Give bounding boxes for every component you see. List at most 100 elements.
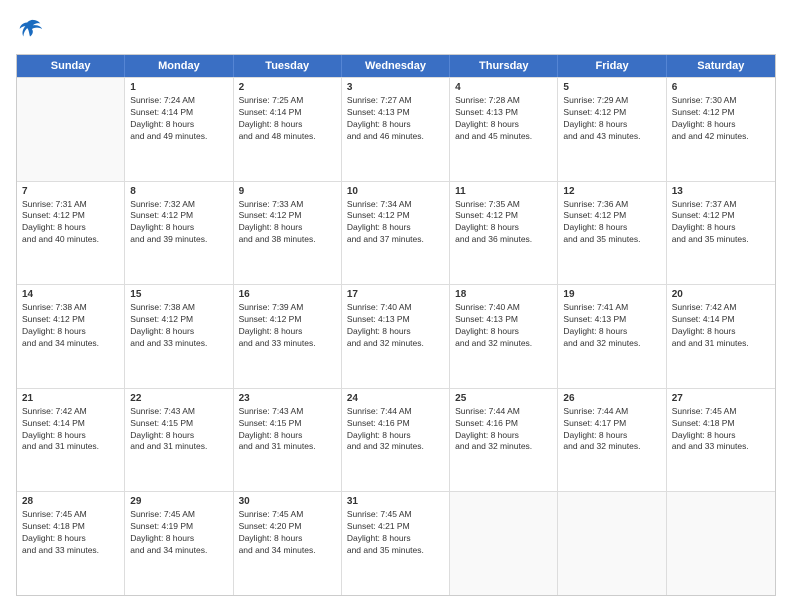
- daylight-text-2: and and 40 minutes.: [22, 234, 119, 246]
- day-number: 22: [130, 393, 227, 404]
- day-number: 14: [22, 289, 119, 300]
- calendar-cell: 3Sunrise: 7:27 AMSunset: 4:13 PMDaylight…: [342, 78, 450, 181]
- daylight-text-2: and and 35 minutes.: [347, 545, 444, 557]
- daylight-text-1: Daylight: 8 hours: [347, 533, 444, 545]
- sunrise-text: Sunrise: 7:29 AM: [563, 95, 660, 107]
- sunset-text: Sunset: 4:15 PM: [239, 418, 336, 430]
- sunrise-text: Sunrise: 7:42 AM: [672, 302, 770, 314]
- sunrise-text: Sunrise: 7:40 AM: [347, 302, 444, 314]
- sunset-text: Sunset: 4:13 PM: [455, 314, 552, 326]
- day-number: 25: [455, 393, 552, 404]
- header: [16, 16, 776, 44]
- daylight-text-2: and and 32 minutes.: [563, 338, 660, 350]
- sunrise-text: Sunrise: 7:31 AM: [22, 199, 119, 211]
- calendar-cell: 21Sunrise: 7:42 AMSunset: 4:14 PMDayligh…: [17, 389, 125, 492]
- weekday-header: Thursday: [450, 55, 558, 77]
- daylight-text-1: Daylight: 8 hours: [455, 430, 552, 442]
- calendar-row: 1Sunrise: 7:24 AMSunset: 4:14 PMDaylight…: [17, 77, 775, 181]
- sunset-text: Sunset: 4:12 PM: [672, 107, 770, 119]
- day-number: 30: [239, 496, 336, 507]
- calendar-cell: 28Sunrise: 7:45 AMSunset: 4:18 PMDayligh…: [17, 492, 125, 595]
- calendar-cell: 9Sunrise: 7:33 AMSunset: 4:12 PMDaylight…: [234, 182, 342, 285]
- daylight-text-1: Daylight: 8 hours: [672, 119, 770, 131]
- calendar-cell: 23Sunrise: 7:43 AMSunset: 4:15 PMDayligh…: [234, 389, 342, 492]
- daylight-text-1: Daylight: 8 hours: [455, 119, 552, 131]
- calendar-cell: [450, 492, 558, 595]
- daylight-text-1: Daylight: 8 hours: [130, 430, 227, 442]
- daylight-text-1: Daylight: 8 hours: [239, 326, 336, 338]
- calendar-row: 28Sunrise: 7:45 AMSunset: 4:18 PMDayligh…: [17, 491, 775, 595]
- day-number: 15: [130, 289, 227, 300]
- calendar-cell: 24Sunrise: 7:44 AMSunset: 4:16 PMDayligh…: [342, 389, 450, 492]
- sunrise-text: Sunrise: 7:45 AM: [347, 509, 444, 521]
- sunrise-text: Sunrise: 7:38 AM: [22, 302, 119, 314]
- sunset-text: Sunset: 4:17 PM: [563, 418, 660, 430]
- calendar-header: SundayMondayTuesdayWednesdayThursdayFrid…: [17, 55, 775, 77]
- weekday-header: Saturday: [667, 55, 775, 77]
- daylight-text-1: Daylight: 8 hours: [672, 222, 770, 234]
- sunrise-text: Sunrise: 7:24 AM: [130, 95, 227, 107]
- calendar-cell: 11Sunrise: 7:35 AMSunset: 4:12 PMDayligh…: [450, 182, 558, 285]
- sunset-text: Sunset: 4:14 PM: [672, 314, 770, 326]
- daylight-text-1: Daylight: 8 hours: [563, 222, 660, 234]
- sunrise-text: Sunrise: 7:33 AM: [239, 199, 336, 211]
- calendar-cell: 18Sunrise: 7:40 AMSunset: 4:13 PMDayligh…: [450, 285, 558, 388]
- calendar-row: 14Sunrise: 7:38 AMSunset: 4:12 PMDayligh…: [17, 284, 775, 388]
- logo: [16, 16, 48, 44]
- daylight-text-1: Daylight: 8 hours: [130, 222, 227, 234]
- day-number: 28: [22, 496, 119, 507]
- daylight-text-1: Daylight: 8 hours: [347, 430, 444, 442]
- calendar-cell: 4Sunrise: 7:28 AMSunset: 4:13 PMDaylight…: [450, 78, 558, 181]
- sunset-text: Sunset: 4:12 PM: [239, 314, 336, 326]
- day-number: 6: [672, 82, 770, 93]
- calendar-cell: 31 Sunrise: 7:45 AMSunset: 4:21 PMDayligh…: [342, 492, 450, 595]
- sunset-text: Sunset: 4:18 PM: [672, 418, 770, 430]
- daylight-text-2: and and 32 minutes.: [455, 441, 552, 453]
- sunset-text: Sunset: 4:12 PM: [130, 314, 227, 326]
- calendar-cell: 16Sunrise: 7:39 AMSunset: 4:12 PMDayligh…: [234, 285, 342, 388]
- sunset-text: Sunset: 4:13 PM: [347, 107, 444, 119]
- weekday-header: Wednesday: [342, 55, 450, 77]
- calendar-cell: 29Sunrise: 7:45 AMSunset: 4:19 PMDayligh…: [125, 492, 233, 595]
- calendar-cell: 2Sunrise: 7:25 AMSunset: 4:14 PMDaylight…: [234, 78, 342, 181]
- sunset-text: Sunset: 4:19 PM: [130, 521, 227, 533]
- daylight-text-2: and and 42 minutes.: [672, 131, 770, 143]
- calendar-cell: 17Sunrise: 7:40 AMSunset: 4:13 PMDayligh…: [342, 285, 450, 388]
- day-number: 11: [455, 186, 552, 197]
- daylight-text-1: Daylight: 8 hours: [563, 326, 660, 338]
- daylight-text-2: and and 34 minutes.: [22, 338, 119, 350]
- day-number: 1: [130, 82, 227, 93]
- sunrise-text: Sunrise: 7:25 AM: [239, 95, 336, 107]
- sunrise-text: Sunrise: 7:37 AM: [672, 199, 770, 211]
- sunset-text: Sunset: 4:15 PM: [130, 418, 227, 430]
- sunset-text: Sunset: 4:21 PM: [347, 521, 444, 533]
- day-number: 31: [347, 496, 444, 507]
- daylight-text-2: and and 33 minutes.: [130, 338, 227, 350]
- daylight-text-1: Daylight: 8 hours: [130, 326, 227, 338]
- calendar-cell: 27Sunrise: 7:45 AMSunset: 4:18 PMDayligh…: [667, 389, 775, 492]
- calendar-cell: 1Sunrise: 7:24 AMSunset: 4:14 PMDaylight…: [125, 78, 233, 181]
- sunrise-text: Sunrise: 7:32 AM: [130, 199, 227, 211]
- calendar-cell: 14Sunrise: 7:38 AMSunset: 4:12 PMDayligh…: [17, 285, 125, 388]
- day-number: 19: [563, 289, 660, 300]
- daylight-text-1: Daylight: 8 hours: [22, 326, 119, 338]
- day-number: 23: [239, 393, 336, 404]
- sunrise-text: Sunrise: 7:45 AM: [130, 509, 227, 521]
- day-number: 26: [563, 393, 660, 404]
- daylight-text-2: and and 31 minutes.: [672, 338, 770, 350]
- day-number: 21: [22, 393, 119, 404]
- day-number: 24: [347, 393, 444, 404]
- sunrise-text: Sunrise: 7:30 AM: [672, 95, 770, 107]
- daylight-text-2: and and 31 minutes.: [130, 441, 227, 453]
- daylight-text-1: Daylight: 8 hours: [347, 119, 444, 131]
- calendar-cell: [558, 492, 666, 595]
- daylight-text-2: and and 33 minutes.: [22, 545, 119, 557]
- sunrise-text: Sunrise: 7:43 AM: [130, 406, 227, 418]
- calendar-cell: 6 Sunrise: 7:30 AMSunset: 4:12 PMDaylight…: [667, 78, 775, 181]
- sunset-text: Sunset: 4:13 PM: [347, 314, 444, 326]
- sunrise-text: Sunrise: 7:40 AM: [455, 302, 552, 314]
- daylight-text-2: and and 48 minutes.: [239, 131, 336, 143]
- daylight-text-1: Daylight: 8 hours: [22, 430, 119, 442]
- calendar-cell: 26Sunrise: 7:44 AMSunset: 4:17 PMDayligh…: [558, 389, 666, 492]
- daylight-text-2: and and 43 minutes.: [563, 131, 660, 143]
